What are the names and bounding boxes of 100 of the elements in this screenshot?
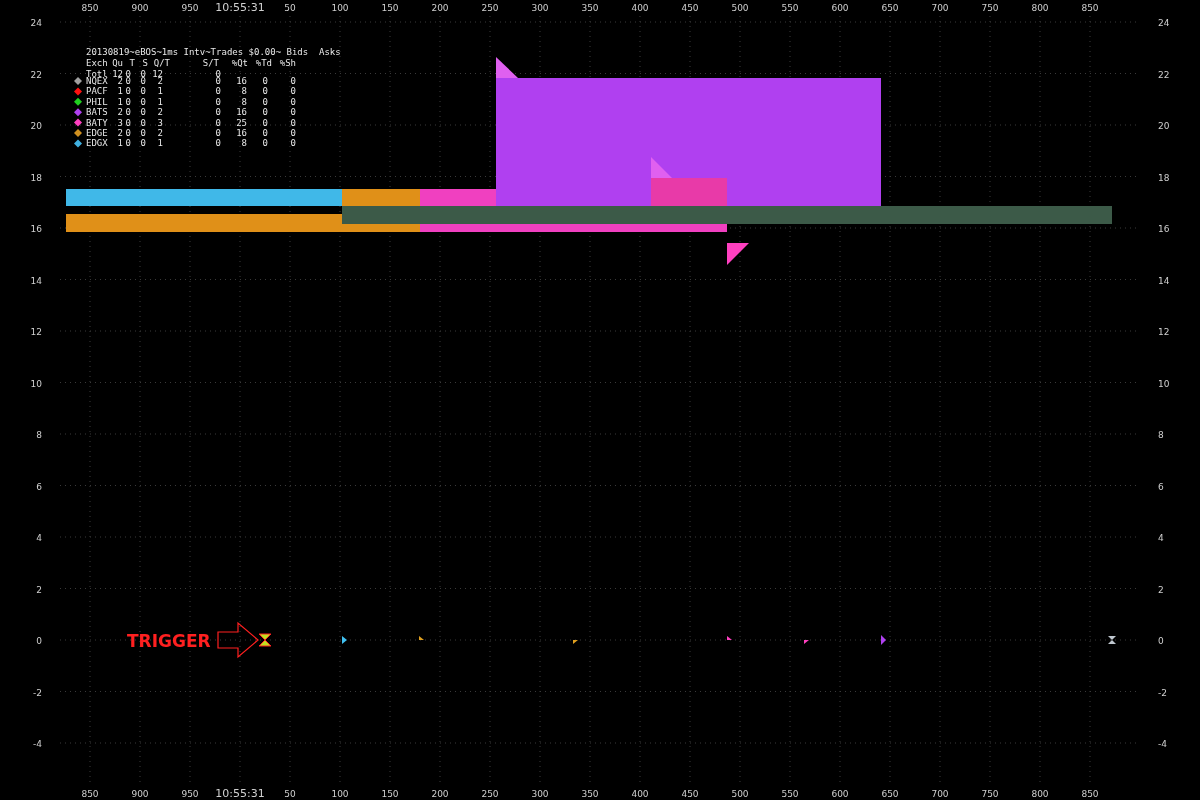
axis-label: 650 (881, 789, 899, 799)
table-cell: 16 (236, 107, 247, 118)
table-cell: 2 (157, 128, 163, 138)
table-cell: 0 (140, 128, 146, 138)
table-cell: 0 (262, 76, 268, 86)
table-cell: 0 (290, 117, 296, 128)
axis-label: 20 (1158, 121, 1170, 131)
table-cell: 0 (290, 96, 296, 107)
exchange-name: NQEX (86, 76, 108, 86)
table-cell: 2 (117, 76, 123, 86)
exchange-name: PHIL (86, 96, 108, 107)
table-cell: 1 (157, 86, 163, 97)
table-cell: 16 (236, 128, 247, 138)
axis-label: 16 (30, 224, 42, 234)
table-cell: 0 (290, 128, 296, 138)
table-cell: 0 (125, 76, 131, 86)
table-cell: 0 (140, 138, 146, 149)
axis-label: 500 (731, 789, 749, 799)
axis-label: 850 (81, 789, 99, 799)
axis-label: -4 (1158, 739, 1167, 749)
column-header: %Qt (231, 58, 248, 68)
table-cell: 0 (140, 117, 146, 128)
axis-label: 700 (931, 789, 949, 799)
triangle-marker-icon (727, 636, 732, 640)
axis-label: 100 (331, 3, 349, 13)
table-cell: 0 (140, 107, 146, 118)
column-header: %Td (255, 58, 272, 68)
axis-label: 22 (30, 69, 42, 80)
axis-label: 850 (1081, 789, 1099, 799)
table-cell: 0 (215, 138, 221, 149)
axis-label: 6 (1158, 481, 1164, 492)
column-header: %Sh (279, 58, 296, 68)
axis-label: 950 (181, 3, 199, 13)
axis-label: 24 (30, 18, 42, 28)
table-cell: 0 (262, 86, 268, 97)
axis-label: 750 (981, 3, 999, 13)
axis-label: 14 (30, 275, 42, 286)
table-cell: 25 (236, 117, 247, 128)
axis-label: 200 (431, 789, 449, 799)
exchange-name: PACF (86, 86, 108, 97)
arrow-icon (217, 621, 259, 659)
axis-label: 350 (581, 789, 599, 799)
table-cell: 8 (241, 138, 247, 149)
axis-label: 800 (1031, 789, 1049, 799)
table-cell: 0 (290, 107, 296, 118)
axis-label: 10 (30, 378, 42, 389)
table-cell: 0 (215, 76, 221, 86)
table-cell: 8 (241, 96, 247, 107)
hourglass-icon (1108, 636, 1116, 644)
axis-label: 400 (631, 789, 649, 799)
exchange-name: BATY (86, 117, 108, 128)
table-cell: 3 (157, 117, 163, 128)
triangle-marker-icon (804, 640, 809, 644)
table-cell: 0 (262, 138, 268, 149)
table-cell: 0 (290, 76, 296, 86)
axis-label: 600 (831, 789, 849, 799)
axis-label: 2 (1158, 584, 1164, 595)
table-cell: 1 (157, 138, 163, 149)
axis-label: 450 (681, 789, 699, 799)
axis-label: 10:55:31 (215, 1, 265, 14)
axis-label: 300 (531, 3, 549, 13)
legend-title: 20130819~eBOS~1ms Intv~Trades $0.00~ Bids Asks (86, 47, 341, 57)
axis-label: 24 (1158, 18, 1170, 28)
table-cell: 0 (262, 117, 268, 128)
exchange-name: EDGE (86, 128, 108, 138)
table-cell: 2 (157, 107, 163, 118)
table-cell: 0 (215, 117, 221, 128)
axis-label: 16 (1158, 224, 1170, 234)
axis-label: 12 (30, 327, 42, 337)
axis-label: 850 (1081, 3, 1099, 13)
exchange-name: EDGX (86, 138, 108, 149)
axis-label: 450 (681, 3, 699, 13)
table-cell: 0 (125, 86, 131, 97)
trigger-label: TRIGGER (127, 631, 211, 651)
axis-label: 350 (581, 3, 599, 13)
table-cell: 0 (125, 107, 131, 118)
axis-label: 900 (131, 789, 149, 799)
axis-label: 18 (30, 172, 42, 183)
axis-label: 850 (81, 3, 99, 13)
axis-label: 150 (381, 3, 399, 13)
axis-label: 250 (481, 789, 499, 799)
table-cell: 0 (140, 86, 146, 97)
axis-label: 0 (1158, 636, 1164, 646)
axis-label: 14 (1158, 275, 1170, 286)
table-cell: 0 (262, 96, 268, 107)
column-header: S (142, 58, 148, 68)
axis-label: 800 (1031, 3, 1049, 13)
table-cell: 2 (157, 76, 163, 86)
axis-label: 700 (931, 3, 949, 13)
axis-label: -4 (33, 739, 42, 749)
axis-label: 400 (631, 3, 649, 13)
table-cell: 0 (125, 96, 131, 107)
table-cell: 16 (236, 76, 247, 86)
axis-label: 900 (131, 3, 149, 13)
axis-label: 950 (181, 789, 199, 799)
table-cell: 0 (140, 96, 146, 107)
table-cell: 1 (117, 96, 123, 107)
table-cell: 2 (117, 107, 123, 118)
column-header: T (129, 58, 135, 68)
column-header: Qu (112, 58, 123, 68)
